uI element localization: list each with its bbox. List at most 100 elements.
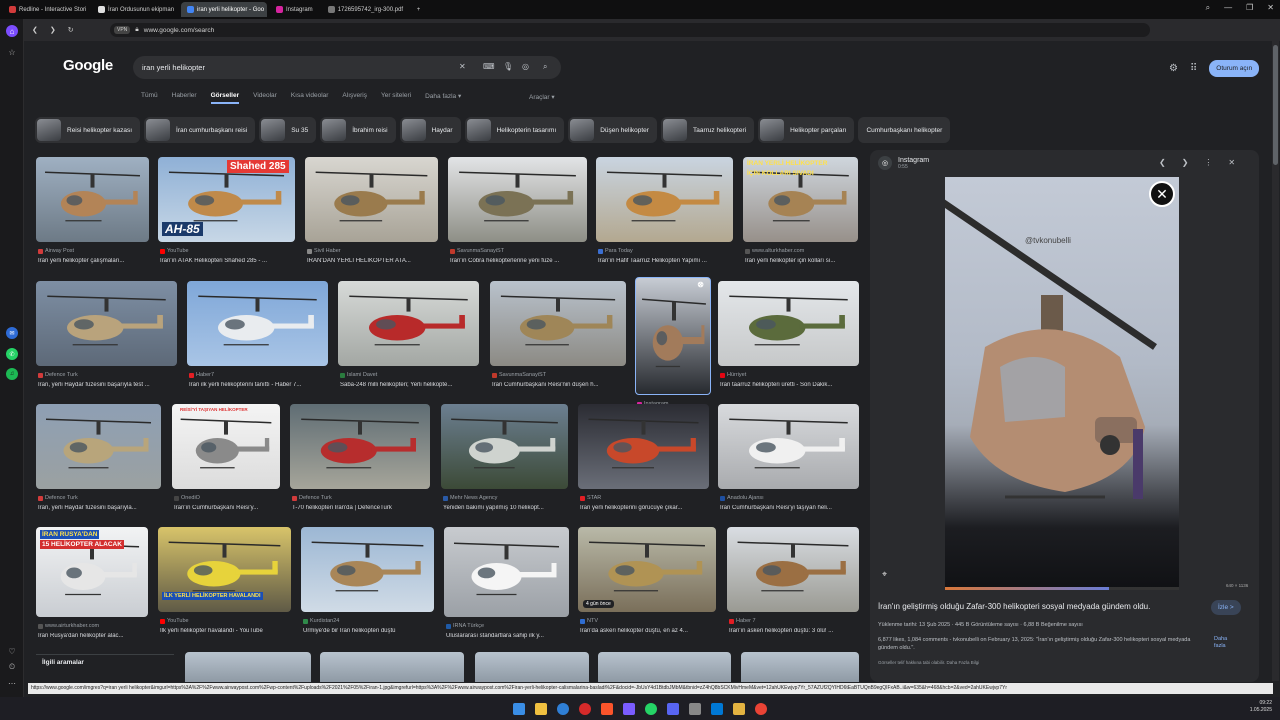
image-result[interactable]: Defence Turk İran, yerli Haydar füzesini … xyxy=(36,404,161,523)
copyright-note[interactable]: Görseller telif hakkına tabi olabilir. D… xyxy=(878,660,979,665)
search-tabs-icon[interactable]: ⌕ xyxy=(1206,3,1210,13)
opera-icon[interactable] xyxy=(579,702,591,715)
search-tab[interactable]: Alışveriş xyxy=(342,92,367,104)
preview-caption[interactable]: İran'ın geliştirmiş olduğu Zafar-300 hel… xyxy=(878,602,1208,611)
google-logo[interactable]: Google xyxy=(63,57,113,74)
result-caption[interactable]: İran yerli helikopterini görücüye çıkar.… xyxy=(580,505,711,511)
result-source[interactable]: NTV xyxy=(580,618,718,624)
previous-icon[interactable]: ❮ xyxy=(1159,158,1166,167)
sign-in-button[interactable]: Oturum açın xyxy=(1209,60,1260,77)
result-source[interactable]: Haber 7 xyxy=(729,618,861,624)
image-result[interactable]: Sivil Haber İRAN'DAN YERLİ HELİKOPTER ATA… xyxy=(305,157,438,276)
close-preview-icon[interactable]: ✕ xyxy=(1228,158,1235,167)
image-result[interactable]: Hürriyet İran taarruz helikopteri üretti … xyxy=(718,281,859,400)
browser-tab[interactable]: iran yerli helikopter - Goo xyxy=(181,2,267,17)
result-caption[interactable]: İran, yerli Haydar füzesini başarıyla... xyxy=(38,505,163,511)
tool-icon[interactable] xyxy=(733,702,745,715)
result-image[interactable]: ⊗ xyxy=(635,277,711,395)
result-caption[interactable]: Yeniden bakımı yapılmış 10 helikopt... xyxy=(443,505,570,511)
result-caption[interactable]: İran ilk yerli helikopterini tanıttı - H… xyxy=(189,382,330,388)
image-result[interactable]: Airway Post İran yerli helikopter çalışma… xyxy=(36,157,149,276)
maximize-icon[interactable]: ❐ xyxy=(1246,3,1253,13)
home-icon[interactable]: ⌂ xyxy=(6,25,18,37)
image-result[interactable]: REİSİ'Yİ TAŞIYAN HELİKOPTER OnediO İran'ın… xyxy=(172,404,280,523)
result-image[interactable] xyxy=(596,157,733,242)
result-image[interactable] xyxy=(301,527,434,612)
app-icon[interactable] xyxy=(623,702,635,715)
result-source[interactable]: IRNA Türkçe xyxy=(446,623,571,629)
close-video-icon[interactable]: ✕ xyxy=(1149,181,1175,207)
search-tab[interactable]: Videolar xyxy=(253,92,277,104)
result-source[interactable]: Haber7 xyxy=(189,372,330,378)
whatsapp-icon[interactable]: ✆ xyxy=(6,348,18,360)
related-chip[interactable]: Helikopter parçaları xyxy=(758,117,855,143)
related-chip[interactable]: Taarruz helikopteri xyxy=(660,117,755,143)
related-chip[interactable]: İbrahim reisi xyxy=(320,117,396,143)
related-chip[interactable]: Reisi helikopter kazası xyxy=(35,117,141,143)
whatsapp-taskbar-icon[interactable] xyxy=(645,702,657,715)
result-image[interactable]: 4 gün önce xyxy=(578,527,716,612)
result-source[interactable]: Defence Turk xyxy=(38,372,179,378)
history-icon[interactable]: ⏲ xyxy=(6,661,18,673)
more-icon[interactable]: ⋯ xyxy=(6,677,18,689)
search-tab[interactable]: Tümü xyxy=(141,92,158,104)
result-source[interactable]: Defence Turk xyxy=(38,495,163,501)
image-result[interactable]: Para Today İran'ın Hafif Taarruz Helikopt… xyxy=(596,157,733,276)
result-source[interactable]: STAR xyxy=(580,495,711,501)
search-tab[interactable]: Görseller xyxy=(210,92,240,104)
result-caption[interactable]: İran yerli helikopter için kolları sı... xyxy=(745,258,860,264)
edge-icon[interactable] xyxy=(557,702,569,715)
lens-icon[interactable]: ◎ xyxy=(522,62,529,71)
result-caption[interactable]: İran'da askeri helikopter düştü, en az 4… xyxy=(580,628,718,634)
image-result[interactable]: İRAN RUSYA'DAN 15 HELİKOPTER ALACAK www.ai… xyxy=(36,527,148,651)
result-caption[interactable]: İran'ın Hafif Taarruz Helikopteri Yapımı… xyxy=(598,258,735,264)
preview-site[interactable]: Instagram xyxy=(898,157,929,164)
result-caption[interactable]: İran Cumhurbaşkanı Reisi'nin düşen h... xyxy=(492,382,628,388)
result-image[interactable]: İRAN RUSYA'DAN 15 HELİKOPTER ALACAK xyxy=(36,527,148,617)
apps-grid-icon[interactable]: ⠿ xyxy=(1190,63,1197,74)
minimize-icon[interactable]: — xyxy=(1224,3,1232,13)
visit-button[interactable]: İzle > xyxy=(1211,600,1241,615)
result-source[interactable]: Hürriyet xyxy=(720,372,861,378)
explorer-icon[interactable] xyxy=(535,702,547,715)
result-source[interactable]: Kurdistan24 xyxy=(303,618,436,624)
brave-icon[interactable] xyxy=(601,702,613,715)
result-caption[interactable]: İran yerli helikopter çalışmaları... xyxy=(38,258,151,264)
result-caption[interactable]: İran'ın Cumhurbaşkanı Reisi'y... xyxy=(174,505,282,511)
clear-icon[interactable]: ✕ xyxy=(459,62,466,71)
result-source[interactable]: Para Today xyxy=(598,248,735,254)
result-source[interactable]: Anadolu Ajansı xyxy=(720,495,861,501)
result-source[interactable]: SavunmaSanayiST xyxy=(450,248,589,254)
video-progress[interactable] xyxy=(945,587,1179,590)
scrollbar-thumb[interactable] xyxy=(1273,45,1278,165)
result-image[interactable] xyxy=(36,404,161,489)
related-chip[interactable]: Düşen helikopter xyxy=(568,117,657,143)
image-result-partial[interactable] xyxy=(741,652,859,682)
related-chip[interactable]: Cumhurbaşkanı helikopter xyxy=(858,117,951,143)
system-tray-clock[interactable]: 09:22 1.05.2025 xyxy=(1250,700,1272,713)
result-caption[interactable]: Saba-248 milli helikopteri; Yerli heliko… xyxy=(340,382,481,388)
search-tab[interactable]: Daha fazla ▾ xyxy=(425,92,461,104)
result-image[interactable] xyxy=(727,527,859,612)
image-result[interactable]: Kurdistan24 Urmiye'de bir İran helikopter… xyxy=(301,527,434,646)
image-result[interactable]: Anadolu Ajansı İran Cumhurbaşkanı Reisi'y… xyxy=(718,404,859,523)
result-caption[interactable]: İran'ın Cobra helikopterlerine yeni füze… xyxy=(450,258,589,264)
microphone-icon[interactable]: 🎙︎ xyxy=(503,62,513,71)
search-input[interactable]: iran yerli helikopter xyxy=(133,56,561,79)
lens-search-icon[interactable]: ⌖ xyxy=(882,569,887,580)
image-result-partial[interactable] xyxy=(598,652,731,682)
result-caption[interactable]: İran Cumhurbaşkanı Reisi'yi taşıyan heli… xyxy=(720,505,861,511)
result-image[interactable] xyxy=(718,281,859,366)
tools-button[interactable]: Araçlar ▾ xyxy=(529,93,555,101)
image-result-partial[interactable] xyxy=(475,652,589,682)
reload-icon[interactable]: ↻ xyxy=(68,26,74,34)
result-source[interactable]: İslami Davet xyxy=(340,372,481,378)
image-result[interactable]: Shahed 285 AH-85 YouTube İran'ın ATAK Helik… xyxy=(158,157,295,276)
store-icon[interactable] xyxy=(711,702,723,715)
result-source[interactable]: www.alturkhaber.com xyxy=(745,248,860,254)
image-result[interactable]: Haber 7 İran'ın askeri helikopteri düştü:… xyxy=(727,527,859,646)
browser-tab[interactable]: Redline - Interactive Stori xyxy=(3,2,89,17)
more-options-icon[interactable]: ⋮ xyxy=(1204,158,1212,167)
result-source[interactable]: YouTube xyxy=(160,618,293,624)
result-image[interactable] xyxy=(441,404,568,489)
